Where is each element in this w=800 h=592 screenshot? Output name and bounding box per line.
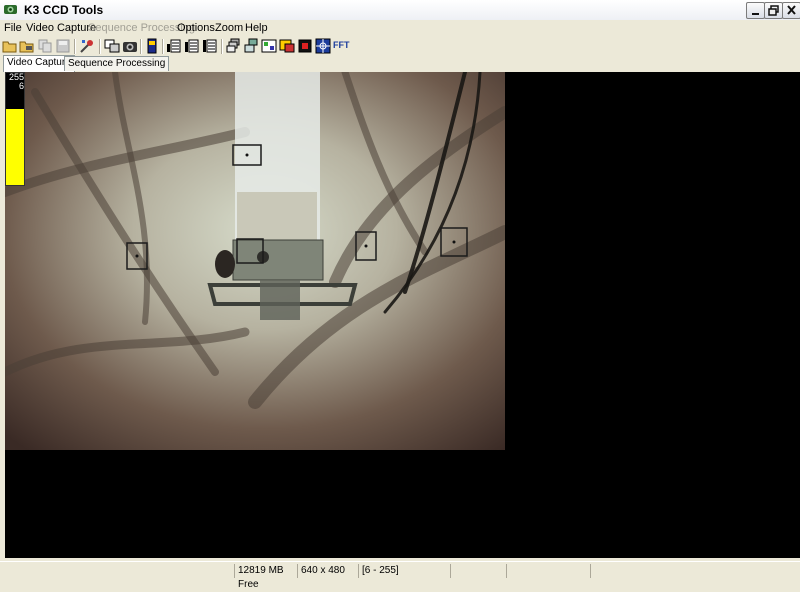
align-icon[interactable]	[261, 38, 277, 54]
level-indicator: 255 6	[5, 72, 25, 186]
minimize-button[interactable]	[746, 2, 765, 19]
title-bar[interactable]: K3 CCD Tools	[0, 0, 800, 21]
film-icon[interactable]	[202, 38, 218, 54]
menu-help[interactable]: Help	[245, 22, 268, 34]
status-bar: 12819 MB Free 640 x 480 [6 - 255]	[0, 561, 800, 590]
frames-icon[interactable]	[166, 38, 182, 54]
status-pane-empty-2	[506, 564, 590, 578]
status-free-space: 12819 MB Free	[234, 564, 298, 590]
level-low-value: 6	[18, 81, 24, 91]
stack-color-icon[interactable]	[243, 38, 259, 54]
status-pane-empty-1	[450, 564, 504, 578]
window-title: K3 CCD Tools	[24, 3, 104, 17]
app-icon	[4, 5, 17, 14]
minimize-icon	[752, 13, 759, 15]
status-pane-empty-3	[590, 564, 674, 578]
menu-options[interactable]: Options	[177, 22, 215, 34]
status-range: [6 - 255]	[358, 564, 417, 578]
dark-frame-icon[interactable]	[297, 38, 313, 54]
open-video-icon[interactable]	[19, 38, 35, 54]
camera-icon[interactable]	[122, 38, 138, 54]
restore-button[interactable]	[764, 2, 783, 19]
capture-window-icon[interactable]	[104, 38, 120, 54]
device-icon[interactable]	[144, 38, 160, 54]
tab-strip: Video Capture Sequence Processing	[0, 55, 800, 72]
fft-button[interactable]: FFT	[333, 40, 350, 50]
menu-bar: File Video Capture Sequence Processing O…	[0, 20, 800, 38]
frames-add-icon[interactable]	[184, 38, 200, 54]
menu-file[interactable]: File	[4, 22, 22, 34]
grid-icon[interactable]	[315, 38, 331, 54]
calibrate-icon[interactable]	[279, 38, 295, 54]
level-fill	[6, 108, 24, 185]
stack-icon[interactable]	[225, 38, 241, 54]
close-button[interactable]	[782, 2, 800, 19]
settings-icon[interactable]	[79, 38, 95, 54]
restore-icon	[768, 5, 779, 16]
close-icon	[787, 5, 796, 15]
tab-sequence-processing[interactable]: Sequence Processing	[64, 56, 170, 71]
save-icon[interactable]	[55, 38, 71, 54]
status-resolution: 640 x 480	[297, 564, 356, 578]
capture-viewport[interactable]: 255 6	[5, 72, 800, 558]
menu-zoom[interactable]: Zoom	[215, 22, 243, 34]
copy-icon[interactable]	[37, 38, 53, 54]
open-icon[interactable]	[2, 38, 18, 54]
toolbar: FFT	[0, 37, 800, 56]
menu-video-capture[interactable]: Video Capture	[26, 22, 96, 34]
video-preview[interactable]	[5, 72, 505, 450]
